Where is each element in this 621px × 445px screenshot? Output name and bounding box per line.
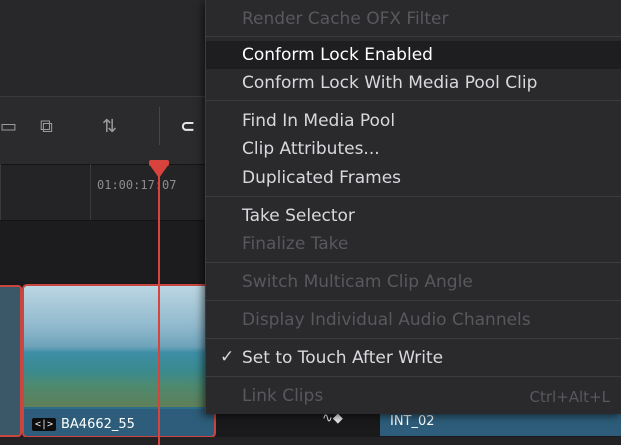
- clip-thumbnail: [24, 286, 214, 407]
- menu-item-render-cache-ofx-filter: Render Cache OFX Filter: [242, 9, 449, 29]
- replace-clip-icon[interactable]: ⇅: [102, 115, 117, 139]
- clip-context-menu: Render Cache OFX Filter Conform Lock Ena…: [205, 0, 621, 414]
- menu-divider: [206, 100, 621, 101]
- menu-divider: [206, 338, 621, 339]
- overwrite-clip-icon[interactable]: ⧉: [40, 115, 53, 139]
- audio-track-strip: [0, 437, 621, 445]
- menu-item-find-in-media-pool[interactable]: Find In Media Pool: [206, 107, 621, 135]
- shortcut-label: Ctrl+Alt+L: [529, 388, 611, 406]
- checkmark-icon: ✓: [220, 347, 235, 367]
- clip-name: BA4662_55: [61, 417, 135, 432]
- menu-item-display-audio-channels: Display Individual Audio Channels: [242, 310, 531, 330]
- menu-item-switch-multicam-angle: Switch Multicam Clip Angle: [242, 272, 473, 292]
- menu-divider: [206, 196, 621, 197]
- snapping-icon[interactable]: ⊂: [180, 115, 195, 139]
- menu-item-finalize-take: Finalize Take: [242, 234, 349, 254]
- toolbar-divider: [159, 107, 160, 145]
- ruler-tick: [0, 164, 1, 220]
- menu-divider: [206, 36, 621, 37]
- menu-item-link-clips: Link Clips Ctrl+Alt+L: [242, 386, 611, 406]
- clip-name-next: INT_02: [390, 414, 435, 429]
- menu-item-take-selector[interactable]: Take Selector: [206, 202, 621, 230]
- playhead-line: [158, 174, 160, 445]
- timeline-clip-selected[interactable]: <|> BA4662_55: [22, 284, 216, 438]
- menu-divider: [206, 300, 621, 301]
- timeline-clip-previous[interactable]: [0, 285, 22, 437]
- menu-divider: [206, 376, 621, 377]
- menu-item-set-to-touch-after-write[interactable]: ✓ Set to Touch After Write: [206, 344, 621, 372]
- ruler-timecode: 01:00:17:07: [97, 178, 177, 192]
- clip-label-bar: <|> BA4662_55: [24, 409, 214, 436]
- menu-item-duplicated-frames[interactable]: Duplicated Frames: [206, 164, 621, 192]
- menu-item-clip-attributes[interactable]: Clip Attributes...: [206, 135, 621, 163]
- ruler-tick: [90, 164, 91, 220]
- partial-tool-icon[interactable]: ▭: [0, 115, 17, 139]
- linked-clip-icon: <|>: [32, 418, 57, 431]
- menu-divider: [206, 262, 621, 263]
- menu-item-conform-lock-enabled[interactable]: Conform Lock Enabled: [206, 41, 621, 69]
- menu-item-conform-lock-media-pool[interactable]: Conform Lock With Media Pool Clip: [206, 69, 621, 97]
